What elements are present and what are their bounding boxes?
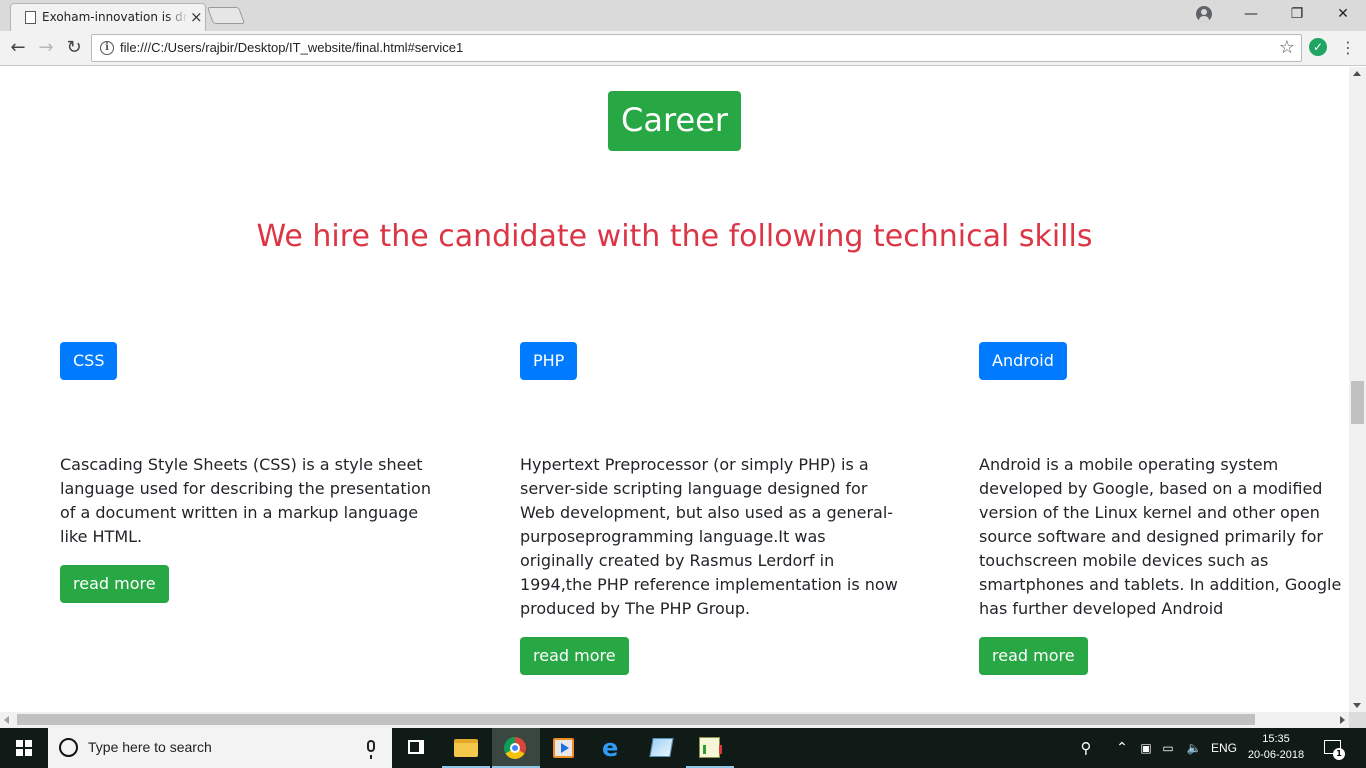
start-button[interactable] xyxy=(0,728,48,768)
scrollbar-corner xyxy=(1349,712,1366,728)
taskbar: Type here to search e ⚲ ⌃ ▣ ▭ 🔈 ENG 15:3… xyxy=(0,728,1366,768)
browser-tab[interactable]: Exoham-innovation is dre × xyxy=(10,3,206,31)
read-more-button-android[interactable]: read more xyxy=(979,637,1088,675)
skill-description-android: Android is a mobile operating system dev… xyxy=(979,455,1342,618)
search-placeholder: Type here to search xyxy=(88,739,212,755)
microphone-icon[interactable] xyxy=(367,740,375,759)
skill-button-css[interactable]: CSS xyxy=(60,342,118,380)
clock-date: 20-06-2018 xyxy=(1247,749,1305,761)
new-tab-button[interactable] xyxy=(206,7,246,24)
tab-strip: Exoham-innovation is dre × — ❐ ✕ xyxy=(0,0,1366,31)
skill-description-css: Cascading Style Sheets (CSS) is a style … xyxy=(60,455,431,546)
address-bar[interactable]: i file:///C:/Users/rajbir/Desktop/IT_web… xyxy=(91,34,1302,62)
skill-description-php: Hypertext Preprocessor (or simply PHP) i… xyxy=(520,455,898,618)
cortana-icon xyxy=(59,738,78,757)
taskbar-file-explorer[interactable] xyxy=(442,728,490,768)
vertical-scrollbar[interactable] xyxy=(1349,67,1366,712)
app-icon xyxy=(649,738,674,757)
scroll-up-icon[interactable] xyxy=(1353,71,1361,76)
tab-close-icon[interactable]: × xyxy=(190,8,203,26)
minimize-button[interactable]: — xyxy=(1228,0,1274,28)
network-icon[interactable]: ▣ xyxy=(1136,728,1156,768)
close-window-button[interactable]: ✕ xyxy=(1320,0,1366,28)
skill-button-android[interactable]: Android xyxy=(979,342,1067,380)
forward-button[interactable]: → xyxy=(34,36,58,60)
skill-card-css: CSS Cascading Style Sheets (CSS) is a st… xyxy=(60,342,440,603)
edge-icon: e xyxy=(602,734,619,762)
folder-icon xyxy=(454,739,478,757)
taskbar-app[interactable] xyxy=(638,728,686,768)
battery-icon[interactable]: ▭ xyxy=(1158,728,1178,768)
account-icon[interactable] xyxy=(1196,6,1212,22)
bookmark-star-icon[interactable]: ☆ xyxy=(1279,37,1295,58)
horizontal-scrollbar[interactable] xyxy=(0,712,1349,728)
chart-app-icon xyxy=(699,737,722,758)
taskbar-chrome[interactable] xyxy=(492,728,540,768)
scroll-left-icon[interactable] xyxy=(4,716,9,724)
taskbar-search[interactable]: Type here to search xyxy=(48,728,392,768)
people-icon[interactable]: ⚲ xyxy=(1074,728,1098,768)
media-player-icon xyxy=(553,738,574,758)
back-button[interactable]: ← xyxy=(6,36,30,60)
browser-menu-icon[interactable]: ⋮ xyxy=(1340,36,1356,60)
show-hidden-icons-chevron[interactable]: ⌃ xyxy=(1112,728,1132,768)
clock-time: 15:35 xyxy=(1262,733,1290,745)
notification-count-badge: 1 xyxy=(1333,748,1345,760)
skill-card-android: Android Android is a mobile operating sy… xyxy=(979,342,1349,675)
volume-icon[interactable]: 🔈 xyxy=(1182,728,1206,768)
extension-check-icon[interactable]: ✓ xyxy=(1309,38,1327,56)
skills-headline: We hire the candidate with the following… xyxy=(256,219,1093,254)
skill-button-php[interactable]: PHP xyxy=(520,342,578,380)
taskbar-clock[interactable]: 15:35 20-06-2018 xyxy=(1246,731,1306,763)
taskbar-edge[interactable]: e xyxy=(590,728,638,768)
taskbar-chart-app[interactable] xyxy=(686,728,734,768)
site-info-icon[interactable]: i xyxy=(100,41,114,55)
scroll-right-icon[interactable] xyxy=(1340,716,1345,724)
chrome-icon xyxy=(504,737,526,759)
browser-toolbar: ← → ↻ i file:///C:/Users/rajbir/Desktop/… xyxy=(0,31,1366,66)
page-viewport: Career We hire the candidate with the fo… xyxy=(0,67,1349,712)
vertical-scroll-thumb[interactable] xyxy=(1351,381,1364,424)
horizontal-scroll-thumb[interactable] xyxy=(17,714,1255,725)
scroll-down-icon[interactable] xyxy=(1353,703,1361,708)
page-icon xyxy=(25,11,36,24)
task-view-button[interactable] xyxy=(392,728,440,768)
language-indicator[interactable]: ENG xyxy=(1208,728,1240,768)
career-badge: Career xyxy=(608,91,741,151)
tab-title: Exoham-innovation is dre xyxy=(42,10,188,24)
task-view-icon xyxy=(408,740,424,754)
taskbar-media-app[interactable] xyxy=(540,728,588,768)
restore-button[interactable]: ❐ xyxy=(1274,0,1320,28)
read-more-button-css[interactable]: read more xyxy=(60,565,169,603)
windows-logo-icon xyxy=(16,740,32,756)
url-text[interactable]: file:///C:/Users/rajbir/Desktop/IT_websi… xyxy=(120,40,463,55)
reload-button[interactable]: ↻ xyxy=(62,36,86,60)
skill-card-php: PHP Hypertext Preprocessor (or simply PH… xyxy=(520,342,900,675)
read-more-button-php[interactable]: read more xyxy=(520,637,629,675)
